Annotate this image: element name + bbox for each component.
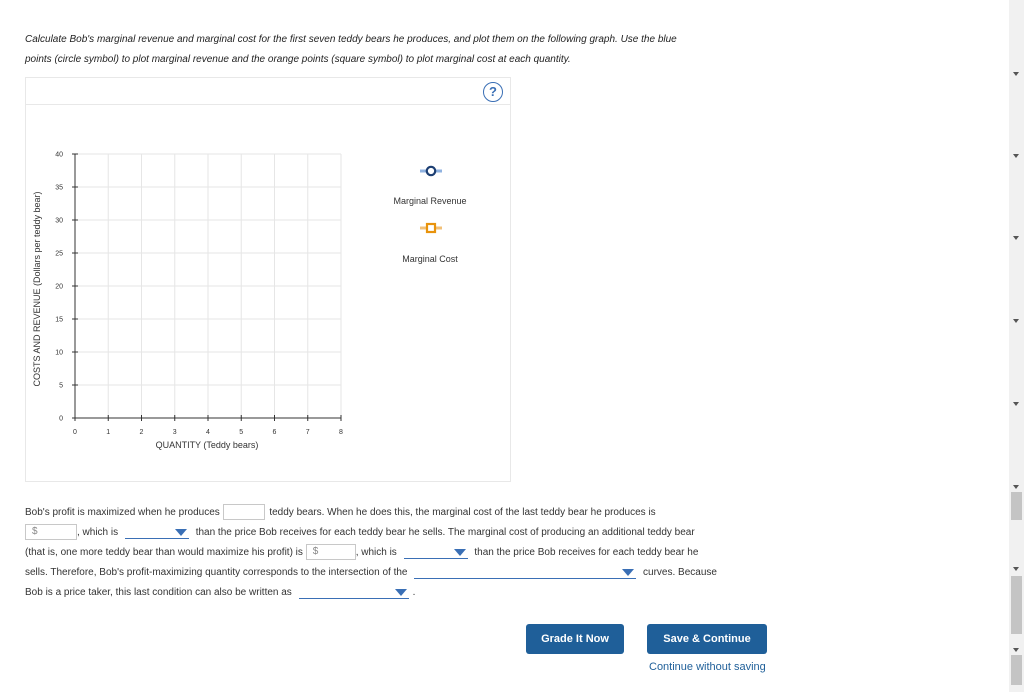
tick-labels: 0 1 2 3 4 5 6 7 8 0 5 10 15 20 25 30 35 40 [55, 152, 343, 437]
x-tick-label: 1 [106, 429, 110, 436]
continue-without-saving-link[interactable]: Continue without saving [649, 661, 766, 673]
x-tick-label: 2 [140, 429, 144, 436]
y-axis-label: COSTS AND REVENUE (Dollars per teddy bea… [32, 191, 42, 386]
axes [72, 153, 342, 421]
x-tick-label: 7 [306, 429, 310, 436]
question-line5-before: Bob is a price taker, this last conditio… [25, 587, 292, 598]
x-tick-label: 4 [206, 429, 210, 436]
question-line4-before: sells. Therefore, Bob's profit-maximizin… [25, 567, 408, 578]
y-tick-label: 40 [55, 152, 63, 159]
x-tick-label: 0 [73, 429, 77, 436]
question-line3-after: than the price Bob receives for each ted… [474, 547, 699, 558]
curves-dropdown[interactable] [414, 566, 637, 579]
scroll-thumb[interactable] [1011, 655, 1022, 685]
y-tick-label: 30 [55, 218, 63, 225]
quantity-input[interactable] [222, 504, 265, 521]
chevron-down-icon [394, 588, 407, 596]
condition-dropdown[interactable] [298, 586, 409, 599]
x-tick-label: 6 [273, 429, 277, 436]
scroll-thumb[interactable] [1011, 576, 1022, 634]
grid [75, 153, 342, 418]
comparison-dropdown-1[interactable] [124, 526, 189, 539]
question-line-5: Bob is a price taker, this last conditio… [25, 583, 415, 603]
chevron-down-icon [174, 528, 187, 536]
marginal-cost-input[interactable]: $ [25, 524, 77, 541]
x-tick-label: 5 [239, 429, 243, 436]
graph-canvas[interactable]: 0 1 2 3 4 5 6 7 8 0 5 10 15 20 25 30 35 40 COSTS AND REVE… [25, 77, 511, 482]
question-line3-before: (that is, one more teddy bear than would… [25, 547, 303, 558]
instructions-line-1: Calculate Bob's marginal revenue and mar… [25, 34, 677, 45]
y-tick-label: 35 [55, 185, 63, 192]
y-tick-label: 20 [55, 284, 63, 291]
question-line-2: $, which is than the price Bob receives … [25, 523, 695, 543]
legend-marginal-cost: Marginal Cost [402, 254, 458, 264]
scroll-arrow-icon[interactable] [1013, 567, 1019, 571]
x-axis-label: QUANTITY (Teddy bears) [156, 440, 259, 450]
instructions: Calculate Bob's marginal revenue and mar… [25, 30, 795, 70]
grade-it-now-button[interactable]: Grade It Now [526, 624, 624, 654]
legend-marginal-revenue: Marginal Revenue [393, 196, 466, 206]
legend: Marginal Revenue Marginal Cost [393, 165, 467, 264]
y-tick-label: 15 [55, 317, 63, 324]
comparison-dropdown-2[interactable] [403, 546, 468, 559]
question-line2-which-is: , which is [77, 527, 119, 538]
additional-marginal-cost-input[interactable]: $ [305, 544, 356, 561]
marginal-cost-tool[interactable] [420, 222, 442, 234]
save-and-continue-button[interactable]: Save & Continue [647, 624, 767, 654]
question-line2-after: than the price Bob receives for each ted… [195, 527, 695, 538]
scroll-arrow-icon[interactable] [1013, 402, 1019, 406]
y-tick-label: 25 [55, 251, 63, 258]
question-line5-period: . [412, 587, 416, 598]
y-tick-label: 10 [55, 350, 63, 357]
question-line-1: Bob's profit is maximized when he produc… [25, 503, 656, 523]
scrollbar[interactable] [1009, 0, 1024, 692]
question-line-4: sells. Therefore, Bob's profit-maximizin… [25, 563, 717, 583]
square-marker-icon[interactable] [425, 222, 437, 234]
scroll-arrow-icon[interactable] [1013, 648, 1019, 652]
scroll-arrow-icon[interactable] [1013, 72, 1019, 76]
question-line1-before: Bob's profit is maximized when he produc… [25, 507, 220, 518]
question-line4-after: curves. Because [643, 567, 717, 578]
question-line-3: (that is, one more teddy bear than would… [25, 543, 698, 563]
chevron-down-icon [453, 548, 466, 556]
x-tick-label: 3 [173, 429, 177, 436]
chevron-down-icon [622, 568, 635, 576]
circle-marker-icon[interactable] [425, 165, 437, 177]
y-tick-label: 5 [59, 383, 63, 390]
instructions-line-2: points (circle symbol) to plot marginal … [25, 54, 571, 65]
y-tick-label: 0 [59, 416, 63, 423]
scroll-arrow-icon[interactable] [1013, 485, 1019, 489]
scroll-arrow-icon[interactable] [1013, 319, 1019, 323]
marginal-revenue-tool[interactable] [420, 165, 442, 177]
question-line1-after: teddy bears. When he does this, the marg… [269, 507, 656, 518]
x-tick-label: 8 [339, 429, 343, 436]
question-line3-which-is: , which is [355, 547, 397, 558]
scroll-arrow-icon[interactable] [1013, 236, 1019, 240]
scroll-arrow-icon[interactable] [1013, 154, 1019, 158]
scroll-thumb[interactable] [1011, 492, 1022, 520]
